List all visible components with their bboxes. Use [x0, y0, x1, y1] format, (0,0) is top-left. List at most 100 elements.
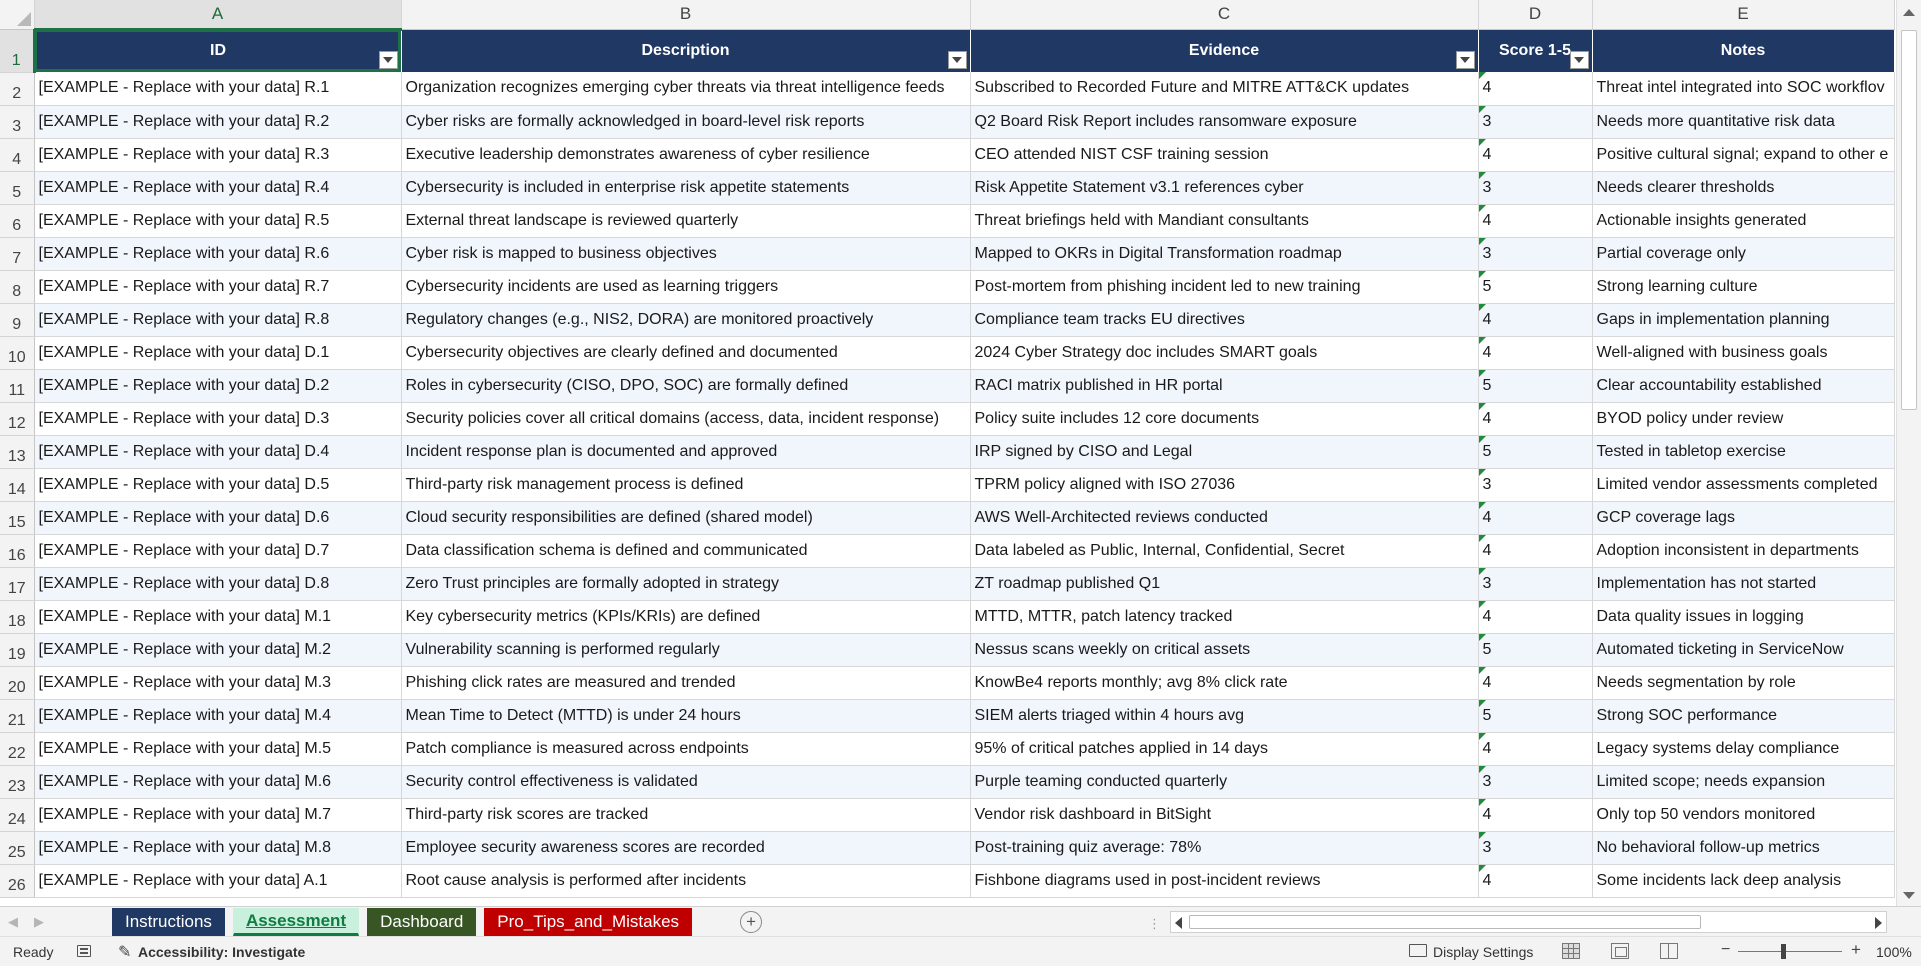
- horizontal-scrollbar[interactable]: [1170, 911, 1887, 933]
- row-header[interactable]: 24: [0, 798, 35, 832]
- error-indicator-icon[interactable]: [1478, 666, 1486, 674]
- row-header[interactable]: 18: [0, 600, 35, 634]
- header-cell-id[interactable]: ID: [34, 29, 402, 72]
- cell-notes[interactable]: Some incidents lack deep analysis: [1592, 864, 1895, 898]
- cell-score[interactable]: 3: [1478, 468, 1593, 502]
- error-indicator-icon[interactable]: [1478, 501, 1486, 509]
- error-indicator-icon[interactable]: [1478, 72, 1486, 79]
- cell-score[interactable]: 5: [1478, 699, 1593, 733]
- cell-score[interactable]: 3: [1478, 765, 1593, 799]
- cell-notes[interactable]: Needs segmentation by role: [1592, 666, 1895, 700]
- cell-score[interactable]: 3: [1478, 105, 1593, 139]
- cell-description[interactable]: Cybersecurity incidents are used as lear…: [401, 270, 971, 304]
- cell-description[interactable]: Mean Time to Detect (MTTD) is under 24 h…: [401, 699, 971, 733]
- row-header[interactable]: 15: [0, 501, 35, 535]
- error-indicator-icon[interactable]: [1478, 699, 1486, 707]
- cell-evidence[interactable]: 2024 Cyber Strategy doc includes SMART g…: [970, 336, 1479, 370]
- cell-notes[interactable]: Needs more quantitative risk data: [1592, 105, 1895, 139]
- cell-notes[interactable]: Only top 50 vendors monitored: [1592, 798, 1895, 832]
- cell-evidence[interactable]: CEO attended NIST CSF training session: [970, 138, 1479, 172]
- cell-description[interactable]: Phishing click rates are measured and tr…: [401, 666, 971, 700]
- column-header-a[interactable]: A: [34, 0, 402, 31]
- header-cell-score[interactable]: Score 1-5: [1478, 29, 1593, 72]
- add-sheet-icon[interactable]: +: [740, 910, 763, 933]
- cell-id[interactable]: [EXAMPLE - Replace with your data] A.1: [34, 864, 402, 898]
- cell-description[interactable]: Security policies cover all critical dom…: [401, 402, 971, 436]
- cell-id[interactable]: [EXAMPLE - Replace with your data] R.1: [34, 72, 402, 106]
- cell-description[interactable]: Incident response plan is documented and…: [401, 435, 971, 469]
- cell-id[interactable]: [EXAMPLE - Replace with your data] R.4: [34, 171, 402, 205]
- cell-evidence[interactable]: Risk Appetite Statement v3.1 references …: [970, 171, 1479, 205]
- row-header[interactable]: 1: [0, 29, 36, 73]
- error-indicator-icon[interactable]: [1478, 534, 1486, 542]
- cell-id[interactable]: [EXAMPLE - Replace with your data] M.5: [34, 732, 402, 766]
- error-indicator-icon[interactable]: [1478, 402, 1486, 410]
- cell-description[interactable]: Data classification schema is defined an…: [401, 534, 971, 568]
- cell-evidence[interactable]: Post-training quiz average: 78%: [970, 831, 1479, 865]
- header-cell-evidence[interactable]: Evidence: [970, 29, 1479, 72]
- row-header[interactable]: 12: [0, 402, 35, 436]
- error-indicator-icon[interactable]: [1478, 732, 1486, 740]
- cell-score[interactable]: 3: [1478, 567, 1593, 601]
- cell-score[interactable]: 4: [1478, 534, 1593, 568]
- cell-evidence[interactable]: SIEM alerts triaged within 4 hours avg: [970, 699, 1479, 733]
- cell-description[interactable]: Regulatory changes (e.g., NIS2, DORA) ar…: [401, 303, 971, 337]
- cell-notes[interactable]: Implementation has not started: [1592, 567, 1895, 601]
- scroll-right-icon[interactable]: [1875, 917, 1882, 929]
- column-header-d[interactable]: D: [1478, 0, 1593, 30]
- row-header[interactable]: 7: [0, 237, 35, 271]
- cell-notes[interactable]: Well-aligned with business goals: [1592, 336, 1895, 370]
- cell-score[interactable]: 4: [1478, 600, 1593, 634]
- cell-score[interactable]: 4: [1478, 732, 1593, 766]
- scroll-left-icon[interactable]: [1175, 917, 1182, 929]
- page-break-preview-icon[interactable]: [1660, 943, 1678, 959]
- row-header[interactable]: 25: [0, 831, 35, 865]
- cell-description[interactable]: Root cause analysis is performed after i…: [401, 864, 971, 898]
- filter-dropdown-button[interactable]: [1455, 51, 1475, 69]
- cell-score[interactable]: 4: [1478, 666, 1593, 700]
- cell-notes[interactable]: Data quality issues in logging: [1592, 600, 1895, 634]
- cell-description[interactable]: Third-party risk scores are tracked: [401, 798, 971, 832]
- cell-evidence[interactable]: 95% of critical patches applied in 14 da…: [970, 732, 1479, 766]
- cell-score[interactable]: 5: [1478, 270, 1593, 304]
- cell-notes[interactable]: Automated ticketing in ServiceNow: [1592, 633, 1895, 667]
- vertical-scrollbar[interactable]: [1896, 0, 1921, 906]
- cell-id[interactable]: [EXAMPLE - Replace with your data] M.8: [34, 831, 402, 865]
- tab-pro-tips-and-mistakes[interactable]: Pro_Tips_and_Mistakes: [484, 907, 693, 936]
- cell-id[interactable]: [EXAMPLE - Replace with your data] R.3: [34, 138, 402, 172]
- zoom-in-icon[interactable]: +: [1851, 940, 1861, 960]
- row-header[interactable]: 6: [0, 204, 35, 238]
- cell-score[interactable]: 4: [1478, 864, 1593, 898]
- cell-score[interactable]: 3: [1478, 237, 1593, 271]
- cell-id[interactable]: [EXAMPLE - Replace with your data] D.3: [34, 402, 402, 436]
- cell-id[interactable]: [EXAMPLE - Replace with your data] M.6: [34, 765, 402, 799]
- cell-id[interactable]: [EXAMPLE - Replace with your data] D.8: [34, 567, 402, 601]
- cell-id[interactable]: [EXAMPLE - Replace with your data] R.5: [34, 204, 402, 238]
- filter-dropdown-button[interactable]: [378, 51, 398, 69]
- cell-description[interactable]: Vulnerability scanning is performed regu…: [401, 633, 971, 667]
- cell-description[interactable]: Cyber risk is mapped to business objecti…: [401, 237, 971, 271]
- row-header[interactable]: 22: [0, 732, 35, 766]
- cell-description[interactable]: Cybersecurity objectives are clearly def…: [401, 336, 971, 370]
- row-header[interactable]: 21: [0, 699, 35, 733]
- cell-description[interactable]: Security control effectiveness is valida…: [401, 765, 971, 799]
- cell-id[interactable]: [EXAMPLE - Replace with your data] M.4: [34, 699, 402, 733]
- cell-description[interactable]: Third-party risk management process is d…: [401, 468, 971, 502]
- row-header[interactable]: 4: [0, 138, 35, 172]
- cell-evidence[interactable]: MTTD, MTTR, patch latency tracked: [970, 600, 1479, 634]
- select-all-button[interactable]: [0, 0, 35, 30]
- cell-notes[interactable]: No behavioral follow-up metrics: [1592, 831, 1895, 865]
- cell-evidence[interactable]: Data labeled as Public, Internal, Confid…: [970, 534, 1479, 568]
- cell-notes[interactable]: Partial coverage only: [1592, 237, 1895, 271]
- cell-description[interactable]: Employee security awareness scores are r…: [401, 831, 971, 865]
- cell-notes[interactable]: Positive cultural signal; expand to othe…: [1592, 138, 1895, 172]
- cell-notes[interactable]: Needs clearer thresholds: [1592, 171, 1895, 205]
- cell-id[interactable]: [EXAMPLE - Replace with your data] D.5: [34, 468, 402, 502]
- cell-score[interactable]: 5: [1478, 633, 1593, 667]
- cell-score[interactable]: 3: [1478, 831, 1593, 865]
- zoom-level[interactable]: 100%: [1876, 944, 1912, 960]
- cell-evidence[interactable]: Vendor risk dashboard in BitSight: [970, 798, 1479, 832]
- cell-notes[interactable]: Threat intel integrated into SOC workflo…: [1592, 72, 1895, 106]
- cell-evidence[interactable]: Q2 Board Risk Report includes ransomware…: [970, 105, 1479, 139]
- cell-id[interactable]: [EXAMPLE - Replace with your data] M.7: [34, 798, 402, 832]
